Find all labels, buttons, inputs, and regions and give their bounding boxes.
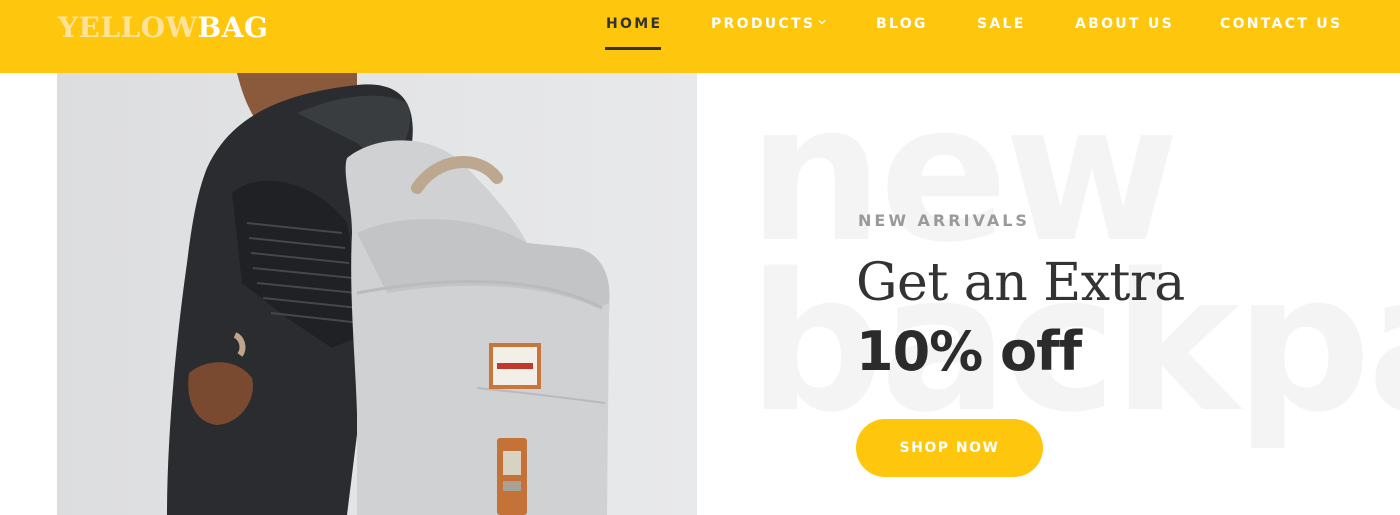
site-header: YELLOWBAG HOME PRODUCTS BLOG SALE ABOUT … [0, 0, 1400, 73]
nav-item-contact-us[interactable]: CONTACT US [1220, 16, 1342, 36]
nav-label-home: HOME [606, 16, 663, 32]
nav-item-blog[interactable]: BLOG [876, 16, 928, 36]
nav-label-products: PRODUCTS [711, 16, 816, 32]
nav-label-sale: SALE [977, 16, 1026, 32]
nav-item-about-us[interactable]: ABOUT US [1075, 16, 1174, 36]
nav-label-blog: BLOG [876, 16, 928, 32]
nav-active-underline [605, 47, 661, 50]
hero-headline: Get an Extra [856, 253, 1185, 313]
backpack-model-photo-icon [167, 73, 610, 515]
nav-label-contact-us: CONTACT US [1220, 16, 1343, 32]
main-nav: HOME PRODUCTS BLOG SALE ABOUT US CONTACT… [0, 0, 1400, 73]
hero-offer: 10% off [856, 320, 1082, 383]
shop-now-button[interactable]: SHOP NOW [856, 419, 1043, 477]
nav-item-sale[interactable]: SALE [977, 16, 1026, 36]
nav-item-products[interactable]: PRODUCTS [711, 16, 826, 36]
nav-label-about-us: ABOUT US [1075, 16, 1175, 32]
chevron-down-icon [818, 20, 826, 25]
nav-item-home[interactable]: HOME [605, 16, 663, 50]
hero-product-image [57, 73, 697, 515]
hero-eyebrow: NEW ARRIVALS [858, 211, 1030, 230]
